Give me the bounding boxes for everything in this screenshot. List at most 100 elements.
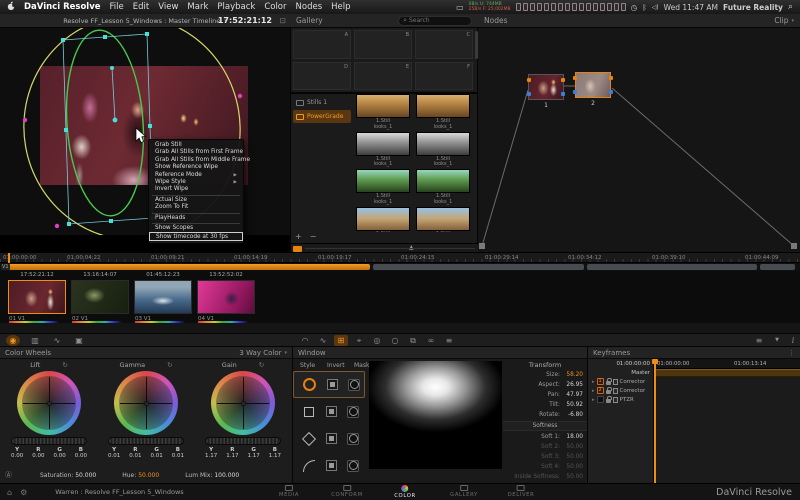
menu-item-show-reference-wipe[interactable]: Show Reference Wipe xyxy=(149,164,243,171)
curves-icon[interactable]: ∿ xyxy=(50,335,64,346)
hue-control[interactable]: Hue: 50.000 xyxy=(122,472,159,479)
more-icon[interactable]: ⋮ xyxy=(788,349,795,357)
blur-icon[interactable]: ◎ xyxy=(370,335,384,346)
lock-icon[interactable] xyxy=(605,396,612,403)
gallery-slot[interactable]: F xyxy=(415,61,473,90)
album-mini-icon[interactable] xyxy=(293,245,302,252)
circle-window-button[interactable] xyxy=(302,377,317,392)
menu-item-invert-wipe[interactable]: Invert Wipe xyxy=(149,186,243,193)
gallery-still[interactable]: 1.Stilllooks_1 xyxy=(355,131,411,169)
gamma-color-wheel[interactable] xyxy=(114,371,178,435)
menu-item-reference-mode[interactable]: Reference Mode ▶ xyxy=(149,172,243,179)
apple-icon[interactable] xyxy=(7,1,16,14)
lock-icon[interactable] xyxy=(605,387,612,394)
saturation-control[interactable]: Saturation: 50.000 xyxy=(40,472,96,479)
menu-help[interactable]: Help xyxy=(331,2,350,12)
clip-thumbnail-3[interactable] xyxy=(134,280,192,314)
soft-clip-icon[interactable]: ∿ xyxy=(316,335,330,346)
add-album-button[interactable]: + xyxy=(295,232,302,241)
stereo-icon[interactable]: ∞ xyxy=(424,335,438,346)
lift-master-wheel[interactable] xyxy=(11,437,87,445)
keyframes-playhead[interactable] xyxy=(652,359,657,483)
reset-icon[interactable]: ↻ xyxy=(62,361,67,369)
invert-toggle[interactable] xyxy=(326,406,337,417)
menu-playback[interactable]: Playback xyxy=(217,2,255,12)
gain-master-wheel[interactable] xyxy=(205,437,281,445)
polygon-window-button[interactable] xyxy=(301,431,316,446)
album-stills[interactable]: Stills 1 xyxy=(293,96,351,109)
bluetooth-icon[interactable]: ᛒ xyxy=(642,3,647,12)
timeline-clip-bar[interactable]: V1 xyxy=(0,263,800,271)
gallery-still[interactable]: 1.Stilllooks_1 xyxy=(415,94,471,131)
window-alpha-preview[interactable] xyxy=(369,361,502,469)
expand-arrow-icon[interactable]: ▸ xyxy=(592,388,595,394)
size-control[interactable]: Size: 58.20 xyxy=(503,370,587,380)
menubar-app-icons[interactable] xyxy=(515,3,626,11)
menu-edit[interactable]: Edit xyxy=(133,2,149,12)
clip-segment-selected[interactable] xyxy=(8,264,370,270)
track-corrector-2[interactable]: ▸ 2 Corrector xyxy=(588,386,653,395)
menu-color[interactable]: Color xyxy=(264,2,286,12)
gallery-slot[interactable]: B xyxy=(354,30,412,59)
curve-tool-icon[interactable]: ◠ xyxy=(298,335,312,346)
album-powergrade[interactable]: PowerGrade xyxy=(293,110,351,123)
lum-mix-control[interactable]: Lum Mix: 100.000 xyxy=(185,472,239,479)
menu-item-zoom-to-fit[interactable]: Zoom To Fit xyxy=(149,204,243,211)
menu-mark[interactable]: Mark xyxy=(187,2,208,12)
clip-segment[interactable] xyxy=(760,264,795,270)
rotate-control[interactable]: Rotate: -6.80 xyxy=(503,410,587,420)
gallery-slot[interactable]: A xyxy=(293,30,351,59)
power-window-overlay[interactable] xyxy=(0,28,290,235)
broadcast-icon[interactable]: ▼ xyxy=(770,335,784,346)
gallery-slot[interactable]: D xyxy=(293,61,351,90)
reset-icon[interactable]: ↻ xyxy=(167,361,172,369)
color-viewer[interactable]: ▦ ⇄ ◁) |◀◀ ◀◀ |◀ ◀ ■ ▶ ▶| ▶▶ 01:00:00:00… xyxy=(0,28,290,235)
reset-icon[interactable]: ↻ xyxy=(259,361,264,369)
home-icon[interactable]: ⌂ xyxy=(7,488,12,497)
clock-icon[interactable]: ◷ xyxy=(631,3,638,12)
menubar-clock[interactable]: Wed 11:47 AM xyxy=(664,3,718,12)
tab-deliver[interactable]: DELIVER xyxy=(508,485,535,498)
clip-segment[interactable] xyxy=(587,264,757,270)
gallery-still[interactable]: 1.Stilllooks_1 xyxy=(355,94,411,131)
menu-item-playheads[interactable]: PlayHeads xyxy=(149,215,243,222)
scopes-icon[interactable]: ≡ xyxy=(442,335,456,346)
gallery-still[interactable]: 1.Stilllooks_1 xyxy=(355,206,411,232)
gallery-search[interactable]: ⌕ xyxy=(398,15,472,26)
tab-conform[interactable]: CONFORM xyxy=(331,485,363,498)
curve-window-button[interactable] xyxy=(301,458,316,473)
clip-thumbnail-2[interactable] xyxy=(71,280,129,314)
pan-control[interactable]: Pan: 47.97 xyxy=(503,390,587,400)
menubar-account[interactable]: Future Reality xyxy=(723,3,783,12)
expand-arrow-icon[interactable]: ▸ xyxy=(592,379,595,385)
timeline-selector[interactable]: Resolve FF_Lesson 5_Windows : Master Tim… xyxy=(63,17,220,25)
tilt-control[interactable]: Tilt: 50.92 xyxy=(503,400,587,410)
node-mode-select[interactable]: Clip xyxy=(774,16,788,25)
gallery-still[interactable]: 1.Stilllooks_1 xyxy=(415,169,471,206)
menu-item-grab-still[interactable]: Grab Still xyxy=(149,142,243,149)
gamma-master-wheel[interactable] xyxy=(108,437,184,445)
keyframes-ruler[interactable]: 01:00:00:00 01:00:13:14 xyxy=(654,359,800,369)
lift-color-wheel[interactable] xyxy=(17,371,81,435)
camera-raw-icon[interactable]: ▣ xyxy=(72,335,86,346)
invert-toggle[interactable] xyxy=(326,460,337,471)
mask-toggle[interactable] xyxy=(347,405,359,418)
menu-item-show-scopes[interactable]: Show Scopes xyxy=(149,225,243,232)
menu-item-wipe-style[interactable]: Wipe Style ▶ xyxy=(149,179,243,186)
info-icon[interactable]: i xyxy=(786,335,800,346)
gain-color-wheel[interactable] xyxy=(211,371,275,435)
search-input[interactable] xyxy=(409,17,467,24)
color-wheels-icon[interactable]: ◉ xyxy=(6,335,20,346)
mask-toggle[interactable] xyxy=(347,459,359,472)
wheel-mode-select[interactable]: 3 Way Color ▾ xyxy=(239,349,287,357)
invert-toggle[interactable] xyxy=(327,379,338,390)
sizing-icon[interactable]: ⧉ xyxy=(406,335,420,346)
linear-window-button[interactable] xyxy=(301,404,316,419)
aspect-control[interactable]: Aspect: 26.95 xyxy=(503,380,587,390)
track-ptzr[interactable]: ▸ PTZR xyxy=(588,395,653,404)
corrector-node-1[interactable]: 1 xyxy=(527,74,565,109)
inside-softness-control[interactable]: Inside Softness: 50.00 xyxy=(503,472,587,482)
track-master[interactable]: Master xyxy=(588,368,653,377)
gear-icon[interactable]: ⚙ xyxy=(20,488,27,497)
tab-gallery[interactable]: GALLERY xyxy=(450,485,478,498)
